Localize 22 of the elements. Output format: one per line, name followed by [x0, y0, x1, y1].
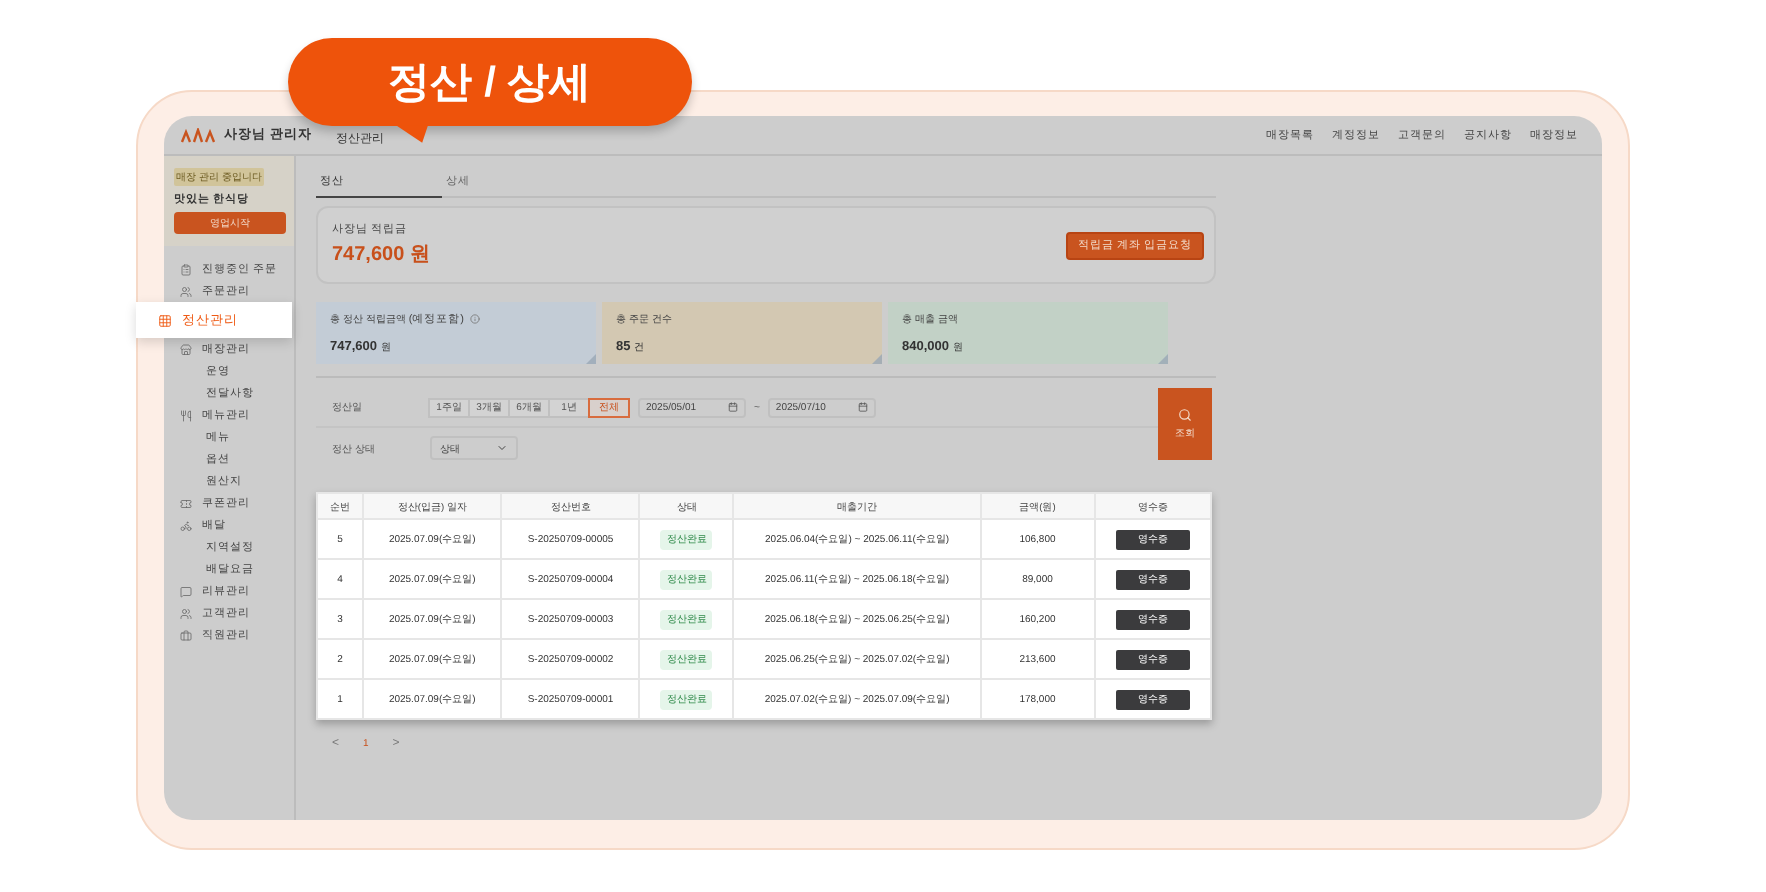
calendar-icon[interactable] — [728, 402, 738, 412]
calendar-icon[interactable] — [857, 402, 868, 412]
grid-icon — [158, 313, 172, 327]
fold-corner-icon — [1158, 354, 1168, 364]
store-icon — [180, 343, 192, 355]
ticket-icon — [180, 497, 192, 509]
chevron-down-icon[interactable] — [496, 442, 508, 454]
clipboard-icon — [180, 263, 192, 275]
callout-bubble: 정산 / 상세 — [288, 38, 692, 126]
utensils-icon — [180, 409, 192, 421]
info-icon[interactable] — [469, 314, 480, 324]
message-icon — [180, 585, 192, 597]
balance-amount: 747,600 원 — [332, 242, 430, 268]
fold-corner-icon — [872, 354, 882, 364]
people-icon — [180, 285, 192, 297]
bike-icon — [180, 519, 192, 531]
search-icon[interactable] — [1178, 408, 1192, 422]
fold-corner-icon — [586, 354, 596, 364]
briefcase-icon — [180, 629, 192, 641]
callout-tail-icon — [396, 122, 428, 146]
people-icon — [180, 607, 192, 619]
logo-icon — [180, 127, 216, 143]
